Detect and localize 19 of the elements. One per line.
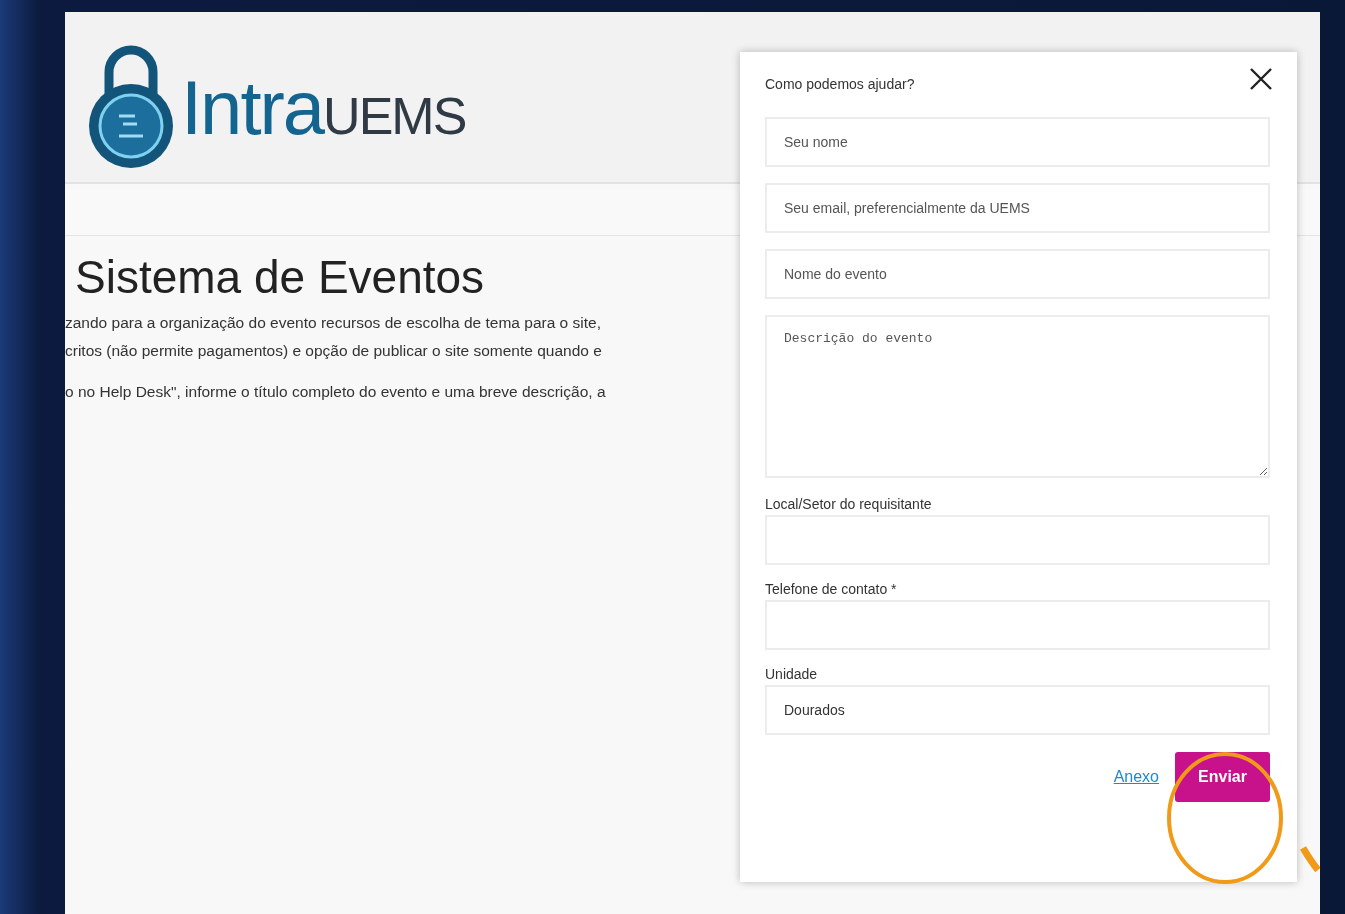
description-field[interactable]: Descrição do evento — [765, 315, 1270, 478]
close-button[interactable] — [1248, 66, 1274, 92]
input-field[interactable]: Dourados — [765, 685, 1270, 735]
field-label: Telefone de contato * — [765, 580, 898, 599]
brand-name: Intra — [181, 70, 324, 146]
field-label: Local/Setor do requisitante — [765, 495, 933, 514]
dialog-title: Como podemos ajudar? — [765, 75, 915, 94]
page-title: Sistema de Eventos — [75, 250, 485, 305]
paragraph-text: critos (não permite pagamentos) e opção de publicar o site somente quando e — [65, 341, 603, 362]
close-icon — [1248, 66, 1274, 92]
input-field[interactable]: Seu email, preferencialmente da UEMS — [765, 183, 1270, 233]
input-field[interactable]: Nome do evento — [765, 249, 1270, 299]
paragraph-text: zando para a organização do evento recursos de escolha de tema para o site, — [65, 313, 602, 334]
field-label: Unidade — [765, 665, 819, 684]
paragraph-text: o no Help Desk", informe o título completo do evento e uma breve descrição, a — [65, 382, 607, 403]
brand-name-suffix: UEMS — [323, 90, 466, 142]
attachment-link[interactable]: Anexo — [1113, 765, 1159, 789]
input-field[interactable]: Seu nome — [765, 117, 1270, 167]
submit-button[interactable]: Enviar — [1175, 752, 1270, 802]
